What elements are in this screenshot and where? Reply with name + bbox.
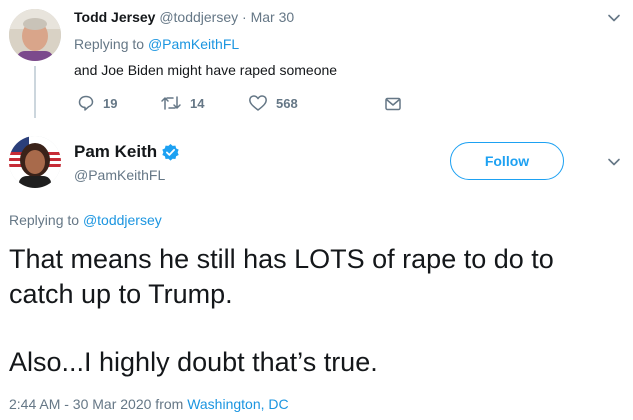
- display-name-todd[interactable]: Todd Jersey: [74, 9, 155, 25]
- replying-to-handle[interactable]: @PamKeithFL: [148, 36, 239, 52]
- display-name-pam[interactable]: Pam Keith: [74, 142, 157, 162]
- reply-action[interactable]: 19: [77, 94, 117, 112]
- verified-badge-icon: [162, 143, 179, 161]
- main-reply-context: Replying to @toddjersey: [9, 212, 162, 228]
- direct-message-icon[interactable]: [384, 95, 402, 113]
- comment-icon: [78, 95, 94, 111]
- replying-to-handle[interactable]: @toddjersey: [83, 212, 162, 228]
- author-name-row: Pam Keith: [74, 142, 180, 162]
- thread-connector-line: [34, 66, 36, 118]
- chevron-down-icon[interactable]: [606, 154, 622, 170]
- tweet-date[interactable]: Mar 30: [251, 9, 295, 25]
- reply-context: Replying to @PamKeithFL: [74, 36, 239, 52]
- handle-pam[interactable]: @PamKeithFL: [74, 167, 165, 183]
- tweet-metadata: 2:44 AM - 30 Mar 2020 from Washington, D…: [9, 396, 289, 412]
- reply-tweet-text: and Joe Biden might have raped someone: [74, 62, 338, 78]
- header-separator: ·: [242, 9, 247, 25]
- tweet-text-line-1: That means he still has LOTS of rape to …: [9, 244, 554, 274]
- like-count: 568: [276, 95, 298, 111]
- like-action[interactable]: 568: [248, 94, 298, 112]
- replying-to-label: Replying to: [9, 212, 80, 228]
- avatar-photo-icon: [9, 9, 61, 61]
- reply-count: 19: [103, 95, 118, 111]
- avatar-photo-icon: [9, 136, 61, 188]
- tweet-timestamp[interactable]: 2:44 AM - 30 Mar 2020 from: [9, 396, 183, 412]
- avatar-todd[interactable]: [9, 9, 61, 61]
- tweet-location[interactable]: Washington, DC: [187, 396, 288, 412]
- handle-todd[interactable]: @toddjersey: [159, 9, 238, 25]
- tweet-text-line-3: Also...I highly doubt that’s true.: [9, 347, 378, 377]
- retweet-icon: [161, 96, 181, 110]
- retweet-count: 14: [190, 95, 205, 111]
- heart-icon: [249, 95, 267, 111]
- reply-tweet-header: Todd Jersey @toddjersey · Mar 30: [74, 9, 294, 25]
- replying-to-label: Replying to: [74, 36, 145, 52]
- follow-button[interactable]: Follow: [450, 142, 564, 180]
- avatar-pam[interactable]: [9, 136, 61, 188]
- tweet-text-line-2: catch up to Trump.: [9, 279, 233, 309]
- retweet-action[interactable]: 14: [160, 94, 204, 112]
- chevron-down-icon[interactable]: [606, 10, 622, 26]
